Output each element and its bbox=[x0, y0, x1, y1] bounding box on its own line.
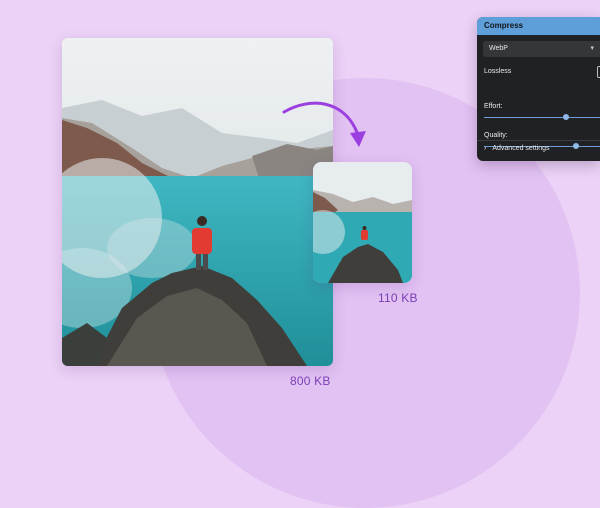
quality-label: Quality: bbox=[484, 132, 508, 139]
chevron-right-icon: › bbox=[484, 145, 487, 152]
effort-slider-thumb[interactable] bbox=[563, 114, 569, 120]
chevron-down-icon: ▾ bbox=[590, 45, 594, 52]
original-size-label: 800 KB bbox=[290, 374, 331, 388]
compressed-image bbox=[313, 162, 412, 283]
effort-slider-track[interactable] bbox=[484, 117, 600, 118]
compress-panel: Compress WebP ▾ Lossless Effort: Quality… bbox=[477, 17, 600, 161]
effort-label: Effort: bbox=[484, 103, 503, 110]
format-select[interactable]: WebP ▾ bbox=[483, 41, 600, 57]
panel-title: Compress bbox=[477, 17, 600, 35]
original-image bbox=[62, 38, 333, 366]
format-select-value: WebP bbox=[489, 45, 508, 52]
quality-slider-thumb[interactable] bbox=[573, 143, 579, 149]
advanced-settings-label: Advanced settings bbox=[492, 145, 550, 152]
advanced-settings-toggle[interactable]: › Advanced settings bbox=[484, 145, 550, 152]
compressed-size-label: 110 KB bbox=[378, 291, 418, 305]
panel-divider bbox=[477, 140, 600, 141]
lossless-label: Lossless bbox=[484, 68, 512, 75]
curved-arrow-icon bbox=[282, 101, 366, 147]
